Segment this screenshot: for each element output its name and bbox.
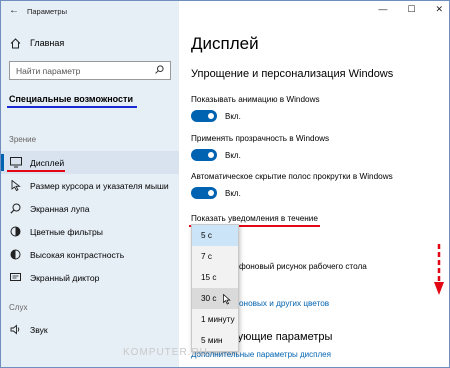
setting-animation: Показывать анимацию в Windows Вкл. bbox=[191, 95, 320, 122]
minimize-icon[interactable]: — bbox=[378, 4, 387, 15]
speaker-icon bbox=[9, 324, 22, 335]
back-arrow-icon[interactable]: ← bbox=[9, 6, 19, 16]
setting-label: Показывать анимацию в Windows bbox=[191, 95, 320, 104]
toggle-row: Вкл. bbox=[191, 187, 393, 199]
dropdown-option-label: 30 с bbox=[201, 294, 217, 303]
toggle-row: Вкл. bbox=[191, 149, 329, 161]
sidebar-item-sound[interactable]: Звук bbox=[1, 318, 179, 341]
toggle-state: Вкл. bbox=[225, 111, 241, 121]
window-title: Параметры bbox=[27, 6, 67, 16]
sidebar-item-magnifier[interactable]: Экранная лупа bbox=[1, 197, 179, 220]
setting-label: Применять прозрачность в Windows bbox=[191, 134, 330, 143]
dropdown-option-hover[interactable]: 30 с bbox=[192, 288, 238, 309]
red-underline bbox=[7, 170, 65, 172]
transparency-toggle[interactable] bbox=[191, 149, 217, 161]
main-content: — ☐ ✕ Дисплей Упрощение и персонализация… bbox=[179, 1, 449, 367]
home-label: Главная bbox=[30, 38, 65, 48]
settings-window: ← Параметры Главная Найти параметр Специ… bbox=[0, 0, 450, 368]
setting-scrollbars: Автоматическое скрытие полос прокрутки в… bbox=[191, 172, 393, 199]
toggle-state: Вкл. bbox=[225, 150, 241, 160]
background-setting-label: фоновый рисунок рабочего стола bbox=[239, 262, 367, 271]
sidebar-item-label: Звук bbox=[30, 324, 48, 335]
notification-duration-label: Показать уведомления в течение bbox=[189, 214, 320, 227]
colors-link[interactable]: оновых и других цветов bbox=[239, 299, 329, 308]
sidebar-item-cursor[interactable]: Размер курсора и указателя мыши bbox=[1, 174, 179, 197]
sidebar-item-label: Экранный диктор bbox=[30, 272, 100, 283]
home-icon bbox=[9, 37, 21, 49]
sidebar-list: Дисплей Размер курсора и указателя мыши … bbox=[1, 151, 179, 289]
dropdown-option[interactable]: 7 с bbox=[192, 246, 238, 267]
toggle-state: Вкл. bbox=[225, 188, 241, 198]
narrator-icon bbox=[9, 272, 22, 283]
cursor-icon bbox=[9, 180, 22, 191]
search-placeholder: Найти параметр bbox=[16, 65, 81, 76]
section-special-label: Специальные возможности bbox=[9, 94, 133, 104]
section-title: Упрощение и персонализация Windows bbox=[191, 68, 394, 80]
notification-duration-dropdown[interactable]: 5 с 7 с 15 с 30 с 1 минуту 5 мин bbox=[191, 224, 239, 352]
close-icon[interactable]: ✕ bbox=[435, 4, 443, 15]
watermark: KOMPUTER.RU bbox=[123, 347, 208, 358]
sidebar: ← Параметры Главная Найти параметр Специ… bbox=[1, 1, 179, 367]
dropdown-option[interactable]: 1 минуту bbox=[192, 309, 238, 330]
sidebar-item-label: Экранная лупа bbox=[30, 203, 90, 214]
mouse-pointer-icon bbox=[223, 294, 231, 305]
sidebar-item-display[interactable]: Дисплей bbox=[1, 151, 179, 174]
maximize-icon[interactable]: ☐ bbox=[407, 4, 415, 15]
monitor-icon bbox=[9, 157, 22, 168]
dropdown-option[interactable]: 15 с bbox=[192, 267, 238, 288]
notification-label-text: Показать уведомления в течение bbox=[191, 214, 318, 223]
sidebar-item-label: Цветные фильтры bbox=[30, 226, 103, 237]
animation-toggle[interactable] bbox=[191, 110, 217, 122]
sidebar-item-label: Высокая контрастность bbox=[30, 249, 125, 260]
search-input[interactable]: Найти параметр bbox=[9, 61, 171, 80]
sidebar-item-color-filters[interactable]: Цветные фильтры bbox=[1, 220, 179, 243]
scroll-down-arrow-icon bbox=[434, 244, 444, 295]
scrollbars-toggle[interactable] bbox=[191, 187, 217, 199]
search-icon bbox=[155, 65, 164, 76]
color-filter-icon bbox=[9, 226, 22, 237]
sidebar-item-narrator[interactable]: Экранный диктор bbox=[1, 266, 179, 289]
sidebar-item-label: Дисплей bbox=[30, 157, 65, 168]
setting-label: Автоматическое скрытие полос прокрутки в… bbox=[191, 172, 393, 181]
setting-transparency: Применять прозрачность в Windows Вкл. bbox=[191, 134, 329, 161]
toggle-row: Вкл. bbox=[191, 110, 320, 122]
contrast-icon bbox=[9, 249, 22, 260]
section-special-features: Специальные возможности bbox=[7, 94, 137, 108]
titlebar: ← Параметры bbox=[1, 1, 179, 21]
nav-home[interactable]: Главная bbox=[1, 33, 179, 53]
magnifier-icon bbox=[9, 203, 22, 214]
sidebar-item-high-contrast[interactable]: Высокая контрастность bbox=[1, 243, 179, 266]
blue-underline bbox=[7, 106, 137, 108]
page-title: Дисплей bbox=[191, 34, 259, 53]
group-hearing-label: Слух bbox=[9, 303, 28, 312]
group-vision-label: Зрение bbox=[9, 135, 37, 144]
dropdown-option[interactable]: 5 с bbox=[192, 225, 238, 246]
window-controls: — ☐ ✕ bbox=[378, 4, 443, 15]
sidebar-item-label: Размер курсора и указателя мыши bbox=[30, 180, 169, 191]
